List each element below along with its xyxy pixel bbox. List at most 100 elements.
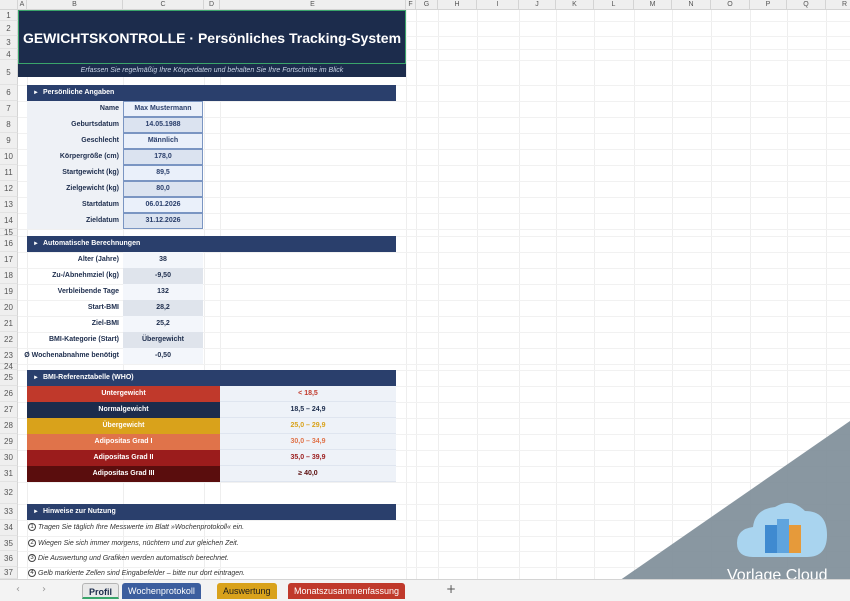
calc-value-cell[interactable]: 25,2	[123, 316, 203, 332]
row-header[interactable]: 28	[0, 418, 18, 434]
profile-value-cell[interactable]: 178,0	[123, 149, 203, 165]
column-header[interactable]: F	[406, 0, 416, 10]
column-header[interactable]: K	[556, 0, 594, 10]
hint-number-icon: 1	[28, 523, 36, 532]
row-header[interactable]: 32	[0, 482, 18, 504]
calc-value-cell[interactable]: 28,2	[123, 300, 203, 316]
column-header[interactable]: R	[826, 0, 850, 10]
row-header[interactable]: 8	[0, 117, 18, 133]
row-header[interactable]: 26	[0, 386, 18, 402]
add-sheet-icon[interactable]: +	[446, 582, 456, 596]
sheet-tab[interactable]: Auswertung	[217, 583, 277, 599]
profile-value-cell[interactable]: 31.12.2026	[123, 213, 203, 229]
gridline	[477, 10, 478, 579]
profile-value-cell[interactable]: 06.01.2026	[123, 197, 203, 213]
column-header[interactable]: J	[519, 0, 556, 10]
bmi-category: Adipositas Grad III	[27, 466, 220, 482]
hint-text: Die Auswertung und Grafiken werden autom…	[38, 555, 229, 562]
profile-value-cell[interactable]: 14.05.1988	[123, 117, 203, 133]
row-header[interactable]: 13	[0, 197, 18, 213]
profile-value-cell[interactable]: Max Mustermann	[123, 101, 203, 117]
row-header[interactable]: 33	[0, 504, 18, 520]
calc-value-cell[interactable]: 38	[123, 252, 203, 268]
row-header[interactable]: 27	[0, 402, 18, 418]
hint-number-icon: 3	[28, 554, 36, 563]
row-header[interactable]: 34	[0, 520, 18, 536]
column-header[interactable]: A	[18, 0, 27, 10]
row-header[interactable]: 14	[0, 213, 18, 229]
row-header[interactable]: 1	[0, 10, 18, 21]
bmi-range: ≥ 40,0	[220, 466, 396, 482]
row-header[interactable]: 4	[0, 49, 18, 60]
column-header[interactable]: L	[594, 0, 634, 10]
gridline	[18, 364, 850, 365]
profile-value-cell[interactable]: 89,5	[123, 165, 203, 181]
column-header[interactable]: C	[123, 0, 204, 10]
column-header[interactable]: G	[416, 0, 438, 10]
column-header[interactable]: B	[27, 0, 123, 10]
row-header[interactable]: 22	[0, 332, 18, 348]
profile-label: Startgewicht (kg)	[62, 169, 119, 176]
bmi-category: Normalgewicht	[27, 402, 220, 418]
calc-label: Start-BMI	[87, 304, 119, 311]
sheet-tab[interactable]: Monatszusammenfassung	[288, 583, 406, 599]
row-header[interactable]: 31	[0, 466, 18, 482]
calc-label: BMI-Kategorie (Start)	[48, 336, 119, 343]
profile-value-cell[interactable]: 80,0	[123, 181, 203, 197]
profile-label: Zielgewicht (kg)	[66, 185, 119, 192]
hint-text: Wiegen Sie sich immer morgens, nüchtern …	[38, 540, 239, 547]
row-header[interactable]: 3	[0, 36, 18, 49]
row-header[interactable]: 36	[0, 551, 18, 567]
row-header[interactable]: 17	[0, 252, 18, 268]
bmi-category: Adipositas Grad I	[27, 434, 220, 450]
sheet-tab[interactable]: Profil	[82, 583, 120, 599]
sheet-tab[interactable]: Wochenprotokoll	[122, 583, 201, 599]
gridline	[438, 10, 439, 579]
profile-value-cell[interactable]: Männlich	[123, 133, 203, 149]
column-header[interactable]: H	[438, 0, 477, 10]
row-header[interactable]: 25	[0, 370, 18, 386]
row-header[interactable]: 9	[0, 133, 18, 149]
bmi-category: Übergewicht	[27, 418, 220, 434]
calc-value-cell[interactable]: -0,50	[123, 348, 203, 364]
column-header[interactable]: E	[220, 0, 406, 10]
row-header[interactable]: 20	[0, 300, 18, 316]
column-header[interactable]: M	[634, 0, 672, 10]
column-header[interactable]: N	[672, 0, 711, 10]
tab-prev-icon[interactable]: ‹	[16, 584, 20, 595]
row-header[interactable]: 37	[0, 567, 18, 579]
row-header[interactable]: 6	[0, 85, 18, 101]
select-all-corner[interactable]	[0, 0, 18, 10]
bmi-range: < 18,5	[220, 386, 396, 402]
row-header[interactable]: 16	[0, 236, 18, 252]
row-header[interactable]: 18	[0, 268, 18, 284]
row-header[interactable]: 35	[0, 536, 18, 551]
row-header[interactable]: 2	[0, 21, 18, 36]
calc-value-cell[interactable]: Übergewicht	[123, 332, 203, 348]
row-header[interactable]: 10	[0, 149, 18, 165]
tab-next-icon[interactable]: ›	[42, 584, 46, 595]
profile-label: Geschlecht	[81, 137, 119, 144]
column-header[interactable]: I	[477, 0, 519, 10]
row-header[interactable]: 15	[0, 229, 18, 237]
column-header[interactable]: Q	[787, 0, 826, 10]
row-header[interactable]: 29	[0, 434, 18, 450]
title-block[interactable]: GEWICHTSKONTROLLE · Persönliches Trackin…	[18, 10, 406, 64]
hint-item: 3 Die Auswertung und Grafiken werden auto…	[28, 551, 229, 567]
calc-label: Ø Wochenabnahme benötigt	[24, 352, 119, 359]
calc-value-cell[interactable]: 132	[123, 284, 203, 300]
row-header[interactable]: 5	[0, 60, 18, 85]
column-header[interactable]: P	[750, 0, 787, 10]
row-header[interactable]: 7	[0, 101, 18, 117]
column-header[interactable]: O	[711, 0, 750, 10]
row-header[interactable]: 30	[0, 450, 18, 466]
row-header[interactable]: 11	[0, 165, 18, 181]
row-header[interactable]: 12	[0, 181, 18, 197]
section-hints: ► Hinweise zur Nutzung	[27, 504, 396, 520]
column-header[interactable]: D	[204, 0, 220, 10]
calc-value-cell[interactable]: -9,50	[123, 268, 203, 284]
row-header[interactable]: 21	[0, 316, 18, 332]
row-header[interactable]: 19	[0, 284, 18, 300]
gridline	[406, 10, 407, 579]
bmi-category: Untergewicht	[27, 386, 220, 402]
